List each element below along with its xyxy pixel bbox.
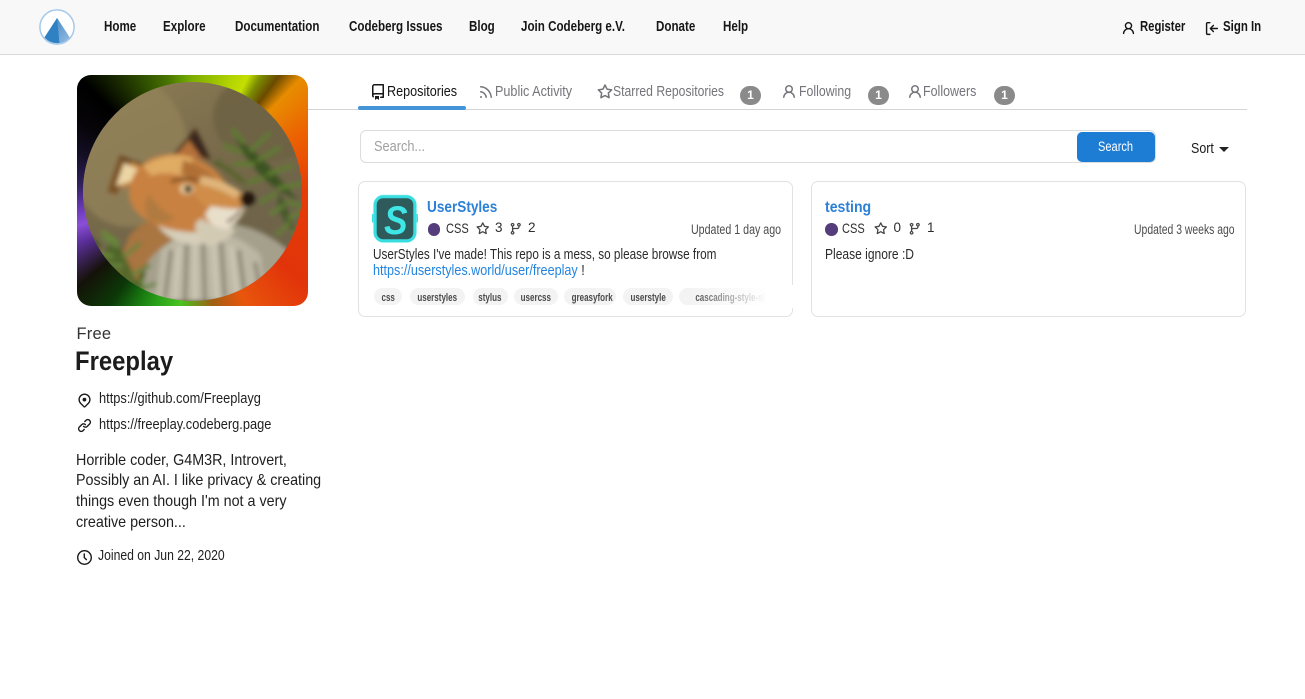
svg-text:S: S [384,197,407,242]
